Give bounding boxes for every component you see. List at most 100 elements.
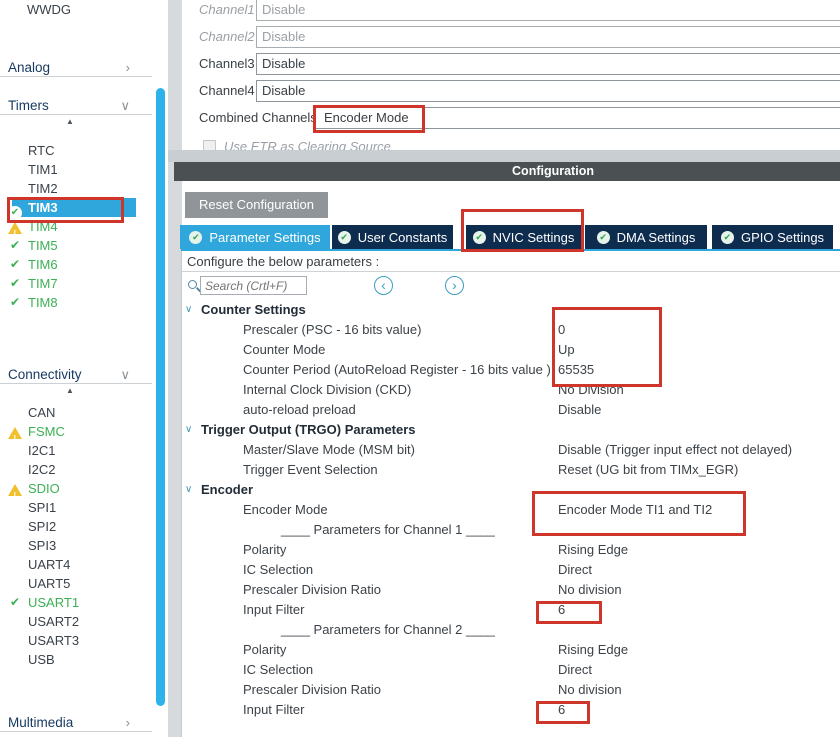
sidebar-item-rtc[interactable]: RTC <box>0 141 155 160</box>
parameter-value[interactable]: Rising Edge <box>558 540 628 560</box>
mode-row-select[interactable]: Disable <box>256 53 840 75</box>
tab-dma-settings[interactable]: ✔DMA Settings <box>585 225 707 249</box>
parameter-label: Internal Clock Division (CKD) <box>243 380 411 400</box>
parameter-label: IC Selection <box>243 660 313 680</box>
sidebar-item-tim6[interactable]: ✔TIM6 <box>0 255 155 274</box>
sidebar-item-usart1[interactable]: ✔USART1 <box>0 593 155 612</box>
check-circle-icon: ✔ <box>473 231 486 244</box>
parameter-row: Internal Clock Division (CKD) No Division <box>182 380 840 400</box>
sidebar-item-spi2[interactable]: SPI2 <box>0 517 155 536</box>
parameter-row: Prescaler (PSC - 16 bits value) 0 <box>182 320 840 340</box>
etr-checkbox-label: Use ETR as Clearing Source <box>224 137 391 150</box>
parameter-value[interactable]: 0 <box>558 320 565 340</box>
sidebar-item-tim4[interactable]: TIM4 <box>0 217 155 236</box>
sidebar-scrollbar[interactable] <box>156 88 165 706</box>
parameter-value[interactable]: Disable <box>558 400 601 420</box>
parameter-value[interactable]: Direct <box>558 560 592 580</box>
sidebar-item-tim1[interactable]: TIM1 <box>0 160 155 179</box>
parameter-label: Trigger Event Selection <box>243 460 378 480</box>
no-status-icon <box>7 444 23 457</box>
parameter-group-label: Trigger Output (TRGO) Parameters <box>201 420 416 440</box>
sidebar-item-can[interactable]: CAN <box>0 403 155 422</box>
mode-row-select: Disable <box>256 0 840 21</box>
scroll-up-arrow-icon[interactable]: ▲ <box>0 384 140 397</box>
parameter-label: Input Filter <box>243 700 304 720</box>
sidebar-item-tim7[interactable]: ✔TIM7 <box>0 274 155 293</box>
parameter-value[interactable]: 6 <box>558 600 565 620</box>
tab-user-constants[interactable]: ✔User Constants <box>332 225 453 249</box>
sidebar-section-analog[interactable]: Analog› <box>0 58 152 77</box>
mode-row-select[interactable]: Disable <box>256 80 840 102</box>
chevron-down-icon[interactable]: ∨ <box>185 420 199 440</box>
sidebar-section-timers[interactable]: Timers∨ <box>0 96 152 115</box>
sidebar-item-label: SPI3 <box>28 538 56 553</box>
scroll-up-arrow-icon[interactable]: ▲ <box>0 115 140 128</box>
search-input[interactable] <box>200 276 307 295</box>
mode-row-channel3: Channel3Disable <box>182 52 840 76</box>
parameter-value[interactable]: No division <box>558 580 622 600</box>
sidebar-item-uart4[interactable]: UART4 <box>0 555 155 574</box>
sidebar-item-tim8[interactable]: ✔TIM8 <box>0 293 155 312</box>
parameter-label: Counter Mode <box>243 340 325 360</box>
no-status-icon <box>7 520 23 533</box>
check-circle-icon: ✔ <box>597 231 610 244</box>
tab-gpio-settings[interactable]: ✔GPIO Settings <box>712 225 833 249</box>
parameter-row: Input Filter6 <box>182 600 840 620</box>
parameter-value[interactable]: Reset (UG bit from TIMx_EGR) <box>558 460 738 480</box>
sidebar-item-label: UART5 <box>28 576 70 591</box>
sidebar-item-spi3[interactable]: SPI3 <box>0 536 155 555</box>
parameter-value[interactable]: 65535 <box>558 360 594 380</box>
parameter-row: Counter Mode Up <box>182 340 840 360</box>
sidebar-item-i2c1[interactable]: I2C1 <box>0 441 155 460</box>
parameter-row: PolarityRising Edge <box>182 540 840 560</box>
mode-row-combined-channels: Combined ChannelsEncoder Mode <box>182 106 840 130</box>
sidebar-section-multimedia[interactable]: Multimedia› <box>0 713 152 732</box>
tab-parameter-settings[interactable]: ✔Parameter Settings <box>180 225 330 249</box>
parameter-value[interactable]: Disable (Trigger input effect not delaye… <box>558 440 792 460</box>
parameter-label: Encoder Mode <box>243 500 328 520</box>
channel-separator-label: ____ Parameters for Channel 1 ____ <box>281 520 495 540</box>
next-match-button[interactable]: › <box>445 276 464 295</box>
parameter-separator-row: ____ Parameters for Channel 1 ____ <box>182 520 840 540</box>
sidebar-item-label: TIM6 <box>28 257 58 272</box>
parameter-value[interactable]: Direct <box>558 660 592 680</box>
sidebar-item-spi1[interactable]: SPI1 <box>0 498 155 517</box>
sidebar-item-label: I2C2 <box>28 462 55 477</box>
previous-match-button[interactable]: ‹ <box>374 276 393 295</box>
parameter-value[interactable]: Encoder Mode TI1 and TI2 <box>558 500 712 520</box>
parameter-value[interactable]: Rising Edge <box>558 640 628 660</box>
sidebar-item-tim3[interactable]: ✔TIM3 <box>0 198 155 217</box>
parameter-value[interactable]: No Division <box>558 380 624 400</box>
sidebar-item-label: FSMC <box>28 424 65 439</box>
chevron-down-icon[interactable]: ∨ <box>185 300 199 320</box>
parameter-row: Input Filter 6 <box>182 700 840 720</box>
sidebar-item-uart5[interactable]: UART5 <box>0 574 155 593</box>
check-icon: ✔ <box>7 596 23 609</box>
tab-nvic-settings[interactable]: ✔NVIC Settings <box>466 225 581 249</box>
parameter-value[interactable]: Up <box>558 340 575 360</box>
sidebar-item-sdio[interactable]: SDIO <box>0 479 155 498</box>
parameter-group-label: Counter Settings <box>201 300 306 320</box>
sidebar-item-fsmc[interactable]: FSMC <box>0 422 155 441</box>
sidebar-item-usart2[interactable]: USART2 <box>0 612 155 631</box>
sidebar-item-usb[interactable]: USB <box>0 650 155 669</box>
sidebar-item-i2c2[interactable]: I2C2 <box>0 460 155 479</box>
sidebar-section-connectivity[interactable]: Connectivity∨ <box>0 365 152 384</box>
sidebar-item-tim5[interactable]: ✔TIM5 <box>0 236 155 255</box>
parameter-value[interactable]: 6 <box>558 700 565 720</box>
parameter-value[interactable]: No division <box>558 680 622 700</box>
configuration-header: Configuration <box>174 162 840 181</box>
sidebar-item-usart3[interactable]: USART3 <box>0 631 155 650</box>
parameter-row: Trigger Event Selection Reset (UG bit fro… <box>182 460 840 480</box>
etr-checkbox[interactable] <box>203 140 216 150</box>
check-icon: ✔ <box>7 201 23 214</box>
reset-configuration-button[interactable]: Reset Configuration <box>185 192 328 218</box>
sidebar-item-tim2[interactable]: TIM2 <box>0 179 155 198</box>
sidebar-item-label: TIM4 <box>28 219 58 234</box>
mode-row-select[interactable]: Encoder Mode <box>313 107 840 129</box>
parameter-label: Prescaler (PSC - 16 bits value) <box>243 320 421 340</box>
mode-row-label: Channel3 <box>199 52 255 76</box>
stm32cubemx-window: WWDG Analog›Timers∨▲RTCTIM1TIM2✔TIM3TIM4… <box>0 0 840 737</box>
chevron-down-icon[interactable]: ∨ <box>185 480 199 500</box>
sidebar-item-wwdg[interactable]: WWDG <box>0 0 155 18</box>
